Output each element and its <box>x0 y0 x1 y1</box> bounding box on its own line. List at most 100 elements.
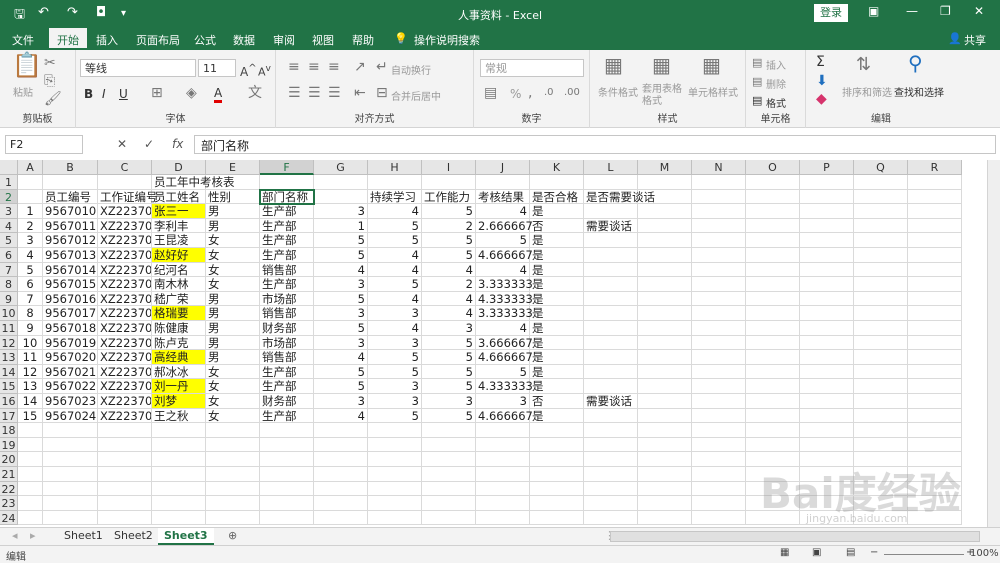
table-data-cell[interactable]: 9567022 <box>43 379 98 394</box>
table-data-cell[interactable]: 9567013 <box>43 248 98 263</box>
table-data-cell[interactable]: 是 <box>530 204 584 219</box>
table-data-cell[interactable]: 市场部 <box>260 335 314 351</box>
column-header-d[interactable]: D <box>152 160 206 175</box>
grid-cell[interactable] <box>368 510 422 526</box>
grid-cell[interactable] <box>692 364 746 380</box>
table-data-cell[interactable]: 生产部 <box>260 204 314 219</box>
grid-cell[interactable] <box>530 496 584 511</box>
grid-cell[interactable] <box>368 496 422 511</box>
grid-cell[interactable] <box>800 204 854 219</box>
grid-cell[interactable] <box>152 510 206 526</box>
sort-filter-icon[interactable]: ⇅ <box>856 56 871 74</box>
table-data-cell[interactable] <box>584 204 638 219</box>
table-header-cell[interactable]: 工作证编号 <box>98 189 158 205</box>
page-break-view-icon[interactable]: ▤ <box>846 547 855 558</box>
table-data-cell[interactable]: 3 <box>422 321 476 336</box>
grid-cell[interactable] <box>638 423 692 438</box>
table-data-cell[interactable]: 12 <box>18 364 43 380</box>
column-header-r[interactable]: R <box>908 160 962 175</box>
grid-cell[interactable] <box>800 262 854 278</box>
grid-cell[interactable] <box>746 175 800 190</box>
grid-cell[interactable] <box>260 496 314 511</box>
grid-cell[interactable] <box>692 291 746 307</box>
table-data-cell[interactable]: 1 <box>314 218 368 234</box>
grid-cell[interactable] <box>854 335 908 351</box>
table-data-cell[interactable]: 是 <box>530 248 584 263</box>
grid-cell[interactable] <box>854 248 908 263</box>
table-data-cell[interactable]: XZ223701 <box>98 306 152 321</box>
grid-cell[interactable] <box>800 394 854 409</box>
grid-cell[interactable] <box>260 467 314 482</box>
table-data-cell[interactable]: 3.333333 <box>476 306 533 321</box>
grid-cell[interactable] <box>692 248 746 263</box>
grid-cell[interactable] <box>152 481 206 497</box>
grid-cell[interactable] <box>422 467 476 482</box>
grid-cell[interactable] <box>908 204 962 219</box>
table-data-cell[interactable]: 9567018 <box>43 321 98 336</box>
grid-cell[interactable] <box>206 481 260 497</box>
grid-cell[interactable] <box>43 496 98 511</box>
grid-cell[interactable] <box>584 175 638 190</box>
table-header-cell[interactable]: 是否需要谈话 <box>584 189 655 205</box>
insert-function-button[interactable]: fx <box>172 137 183 151</box>
grid-cell[interactable] <box>908 321 962 336</box>
row-header-13[interactable]: 13 <box>0 350 18 365</box>
table-data-cell[interactable]: 5 <box>314 321 368 336</box>
grid-cell[interactable] <box>854 218 908 234</box>
sheet-scroll-right-icon[interactable]: ▸ <box>24 528 42 545</box>
table-data-cell[interactable]: 3 <box>314 335 368 351</box>
grid-cell[interactable] <box>314 496 368 511</box>
grid-cell[interactable] <box>854 277 908 292</box>
grid-cell[interactable] <box>584 452 638 467</box>
grid-cell[interactable] <box>43 423 98 438</box>
grid-cell[interactable] <box>530 467 584 482</box>
table-data-cell[interactable] <box>584 379 638 394</box>
grid-cell[interactable] <box>854 262 908 278</box>
grid-cell[interactable] <box>800 379 854 394</box>
grid-cell[interactable] <box>368 452 422 467</box>
table-data-cell[interactable]: 是 <box>530 321 584 336</box>
grid-cell[interactable] <box>98 175 152 190</box>
grid-cell[interactable] <box>692 408 746 424</box>
table-data-cell[interactable]: 7 <box>18 291 43 307</box>
row-header-24[interactable]: 24 <box>0 510 18 526</box>
align-top-icon[interactable]: ≡ <box>288 60 300 74</box>
table-data-cell[interactable]: 是 <box>530 306 584 321</box>
grid-cell[interactable] <box>98 510 152 526</box>
grid-cell[interactable] <box>18 467 43 482</box>
shrink-font-icon[interactable]: Av <box>258 62 271 80</box>
row-header-2[interactable]: 2 <box>0 189 18 205</box>
table-data-cell[interactable] <box>584 306 638 321</box>
table-data-cell[interactable]: XZ223701 <box>98 204 152 219</box>
grid-cell[interactable] <box>476 481 530 497</box>
table-data-cell[interactable] <box>584 262 638 278</box>
grid-cell[interactable] <box>422 510 476 526</box>
grid-cell[interactable] <box>18 481 43 497</box>
table-data-cell[interactable]: 是 <box>530 379 584 394</box>
table-data-cell[interactable]: 5 <box>314 364 368 380</box>
grid-cell[interactable] <box>530 510 584 526</box>
grid-cell[interactable] <box>908 350 962 365</box>
grid-cell[interactable] <box>692 218 746 234</box>
table-data-cell[interactable]: 生产部 <box>260 364 314 380</box>
grid-cell[interactable] <box>800 248 854 263</box>
grid-cell[interactable] <box>18 423 43 438</box>
row-header-9[interactable]: 9 <box>0 291 18 307</box>
grid-cell[interactable] <box>314 423 368 438</box>
table-data-cell[interactable]: 男 <box>206 218 260 234</box>
grid-cell[interactable] <box>800 408 854 424</box>
grid-cell[interactable] <box>530 423 584 438</box>
table-data-cell[interactable]: 4 <box>422 306 476 321</box>
table-data-cell[interactable]: 5 <box>422 335 476 351</box>
table-data-cell[interactable]: 3 <box>314 394 368 409</box>
grid-cell[interactable] <box>746 262 800 278</box>
grid-cell[interactable] <box>746 350 800 365</box>
row-header-10[interactable]: 10 <box>0 306 18 321</box>
table-data-cell[interactable]: 生产部 <box>260 218 314 234</box>
table-data-cell[interactable]: 4 <box>476 321 530 336</box>
close-icon[interactable]: ✕ <box>974 4 984 18</box>
grid-cell[interactable] <box>476 175 530 190</box>
fill-color-icon[interactable]: ◈ <box>186 86 197 100</box>
table-data-cell[interactable]: 14 <box>18 394 43 409</box>
table-data-cell[interactable]: XZ223701 <box>98 321 152 336</box>
